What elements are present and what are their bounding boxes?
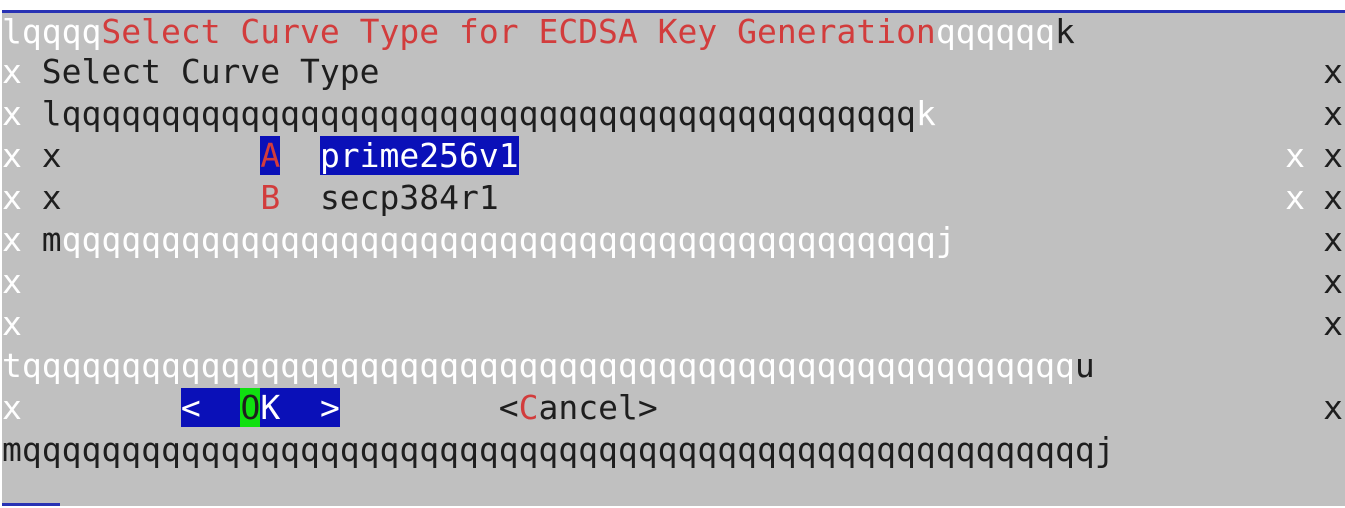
ok-button[interactable]: < OK > <box>180 388 340 427</box>
border-right: x <box>1323 136 1343 175</box>
menu-box-top: lqqqqqqqqqqqqqqqqqqqqqqqqqqqqqqqqqqqqqqq… <box>41 94 916 133</box>
ok-button-open: < <box>180 388 201 427</box>
border-right: x <box>1323 304 1343 343</box>
bottom-border-row: mqqqqqqqqqqqqqqqqqqqqqqqqqqqqqqqqqqqqqqq… <box>2 431 1115 469</box>
menu-box-bottom: qqqqqqqqqqqqqqqqqqqqqqqqqqqqqqqqqqqqqqqq… <box>61 220 956 259</box>
border-corner-top-right: k <box>1055 12 1075 51</box>
separator-row: tqqqqqqqqqqqqqqqqqqqqqqqqqqqqqqqqqqqqqqq… <box>2 347 1345 385</box>
ok-button-rest: K <box>260 388 281 427</box>
menu-item-label[interactable]: secp384r1 <box>320 178 499 217</box>
terminal-dialog: lqqqqSelect Curve Type for ECDSA Key Gen… <box>2 10 1345 506</box>
border-right: x <box>1323 262 1343 301</box>
cancel-button-open: < <box>498 388 519 427</box>
border-left: x <box>2 388 22 427</box>
cancel-button-rest: ancel <box>538 388 638 427</box>
dialog-title-row: lqqqqSelect Curve Type for ECDSA Key Gen… <box>2 13 1075 51</box>
menu-box-corner-top-right: k <box>915 94 936 133</box>
menu-box-right: x <box>1285 136 1305 175</box>
menu-item-tag[interactable]: A <box>260 136 281 175</box>
border-left: x <box>2 52 22 91</box>
menu-box-left: x <box>41 136 62 175</box>
separator-line: tqqqqqqqqqqqqqqqqqqqqqqqqqqqqqqqqqqqqqqq… <box>2 346 1075 385</box>
empty-row: xx <box>2 263 1345 301</box>
border-corner-top-left: l <box>2 12 22 51</box>
menu-item[interactable]: x x B secp384r1 x x <box>2 179 1345 217</box>
border-left: x <box>2 136 22 175</box>
menu-box-top-row: x lqqqqqqqqqqqqqqqqqqqqqqqqqqqqqqqqqqqqq… <box>2 95 1345 133</box>
menu-item[interactable]: x x A prime256v1 x x <box>2 136 1345 175</box>
prompt-row: x Select Curve Type x <box>2 53 1345 91</box>
menu-item-tag[interactable]: B <box>260 178 280 217</box>
button-row: x < OK > <Cancel> x <box>2 388 1345 427</box>
menu-item-label[interactable]: prime256v1 <box>319 136 519 175</box>
border-right: x <box>1323 52 1343 91</box>
ok-button-hotkey: O <box>240 388 261 427</box>
border-right: x <box>1323 94 1343 133</box>
border-right: x <box>1323 388 1343 427</box>
cancel-button[interactable]: <Cancel> <box>499 388 658 427</box>
menu-box-right: x <box>1285 178 1305 217</box>
dialog-prompt: Select Curve Type <box>41 52 380 91</box>
separator-end: u <box>1074 346 1095 385</box>
border-top-right: qqqqqq <box>935 12 1056 51</box>
border-top-left: qqqq <box>21 12 102 51</box>
ok-button-close: > <box>319 388 340 427</box>
border-bottom: mqqqqqqqqqqqqqqqqqqqqqqqqqqqqqqqqqqqqqqq… <box>2 430 1115 469</box>
border-left: x <box>2 220 22 259</box>
empty-row: xx <box>2 305 1345 343</box>
cursor-indicator <box>2 503 60 506</box>
menu-box-corner-bottom-left: m <box>41 220 62 259</box>
border-right: x <box>1323 220 1343 259</box>
menu-box-bottom-row: x mqqqqqqqqqqqqqqqqqqqqqqqqqqqqqqqqqqqqq… <box>2 221 1345 259</box>
border-left: x <box>2 262 22 301</box>
border-right: x <box>1323 178 1343 217</box>
cancel-button-hotkey: C <box>518 388 539 427</box>
cancel-button-close: > <box>637 388 658 427</box>
menu-box-left: x <box>41 178 62 217</box>
dialog-title: Select Curve Type for ECDSA Key Generati… <box>101 12 936 51</box>
border-left: x <box>2 94 22 133</box>
border-left: x <box>2 304 22 343</box>
border-left: x <box>2 178 22 217</box>
